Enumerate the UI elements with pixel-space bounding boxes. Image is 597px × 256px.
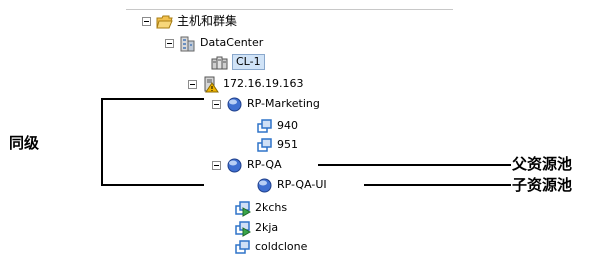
tree-node-cluster[interactable]: CL-1 — [211, 53, 265, 71]
tree-node-vm[interactable]: 2kchs — [234, 199, 287, 217]
tree-node-resource-pool[interactable]: RP-Marketing — [212, 95, 320, 113]
parent-pool-annotation: 父资源池 — [512, 155, 573, 173]
tree-node-child-resource-pool[interactable]: RP-QA-UI — [256, 176, 327, 194]
tree-node-label: 2kja — [255, 221, 279, 234]
sibling-bracket-vertical — [101, 98, 103, 186]
tree-node-datacenter[interactable]: DataCenter — [165, 34, 263, 52]
host-warning-icon — [202, 76, 219, 93]
resource-pool-icon — [226, 96, 243, 113]
sibling-bracket-bottom — [101, 184, 204, 186]
tree-node-label: 172.16.19.163 — [223, 77, 304, 90]
folder-icon — [156, 13, 173, 30]
collapse-toggle-icon[interactable] — [212, 160, 221, 170]
collapse-toggle-icon[interactable] — [142, 16, 151, 26]
top-divider — [126, 9, 453, 10]
datacenter-icon — [179, 35, 196, 52]
tree-node-label: 2kchs — [255, 201, 288, 214]
virtual-machine-icon — [234, 239, 251, 256]
running-vm-icon — [234, 220, 251, 237]
parent-pool-pointer — [318, 164, 511, 166]
tree-node-vm[interactable]: 2kja — [234, 219, 278, 237]
tree-node-resource-pool[interactable]: RP-QA — [212, 156, 282, 174]
collapse-toggle-icon[interactable] — [188, 79, 197, 89]
tree-node-label: CL-1 — [232, 54, 265, 70]
tree-node-label: 940 — [277, 119, 298, 132]
resource-pool-icon — [256, 177, 273, 194]
virtual-machine-icon — [256, 118, 273, 135]
tree-node-label: 主机和群集 — [177, 14, 238, 28]
resource-pool-icon — [226, 157, 243, 174]
tree-node-label: 951 — [277, 138, 298, 151]
tree-node-host[interactable]: 172.16.19.163 — [188, 75, 303, 93]
tree-node-label: RP-Marketing — [247, 97, 320, 110]
tree-node-vm[interactable]: 940 — [256, 117, 298, 135]
tree-node-label: coldclone — [255, 240, 308, 253]
child-pool-annotation: 子资源池 — [512, 176, 573, 194]
tree-node-root[interactable]: 主机和群集 — [142, 12, 237, 30]
tree-node-label: RP-QA-UI — [277, 178, 327, 191]
collapse-toggle-icon[interactable] — [212, 99, 221, 109]
sibling-annotation: 同级 — [9, 134, 40, 152]
running-vm-icon — [234, 200, 251, 217]
child-pool-pointer — [364, 184, 511, 186]
tree-node-label: DataCenter — [200, 36, 264, 49]
tree-node-vm[interactable]: coldclone — [234, 238, 307, 256]
sibling-bracket-top — [101, 98, 204, 100]
cluster-icon — [211, 54, 228, 71]
collapse-toggle-icon[interactable] — [165, 38, 174, 48]
virtual-machine-icon — [256, 137, 273, 154]
tree-node-vm[interactable]: 951 — [256, 136, 298, 154]
tree-node-label: RP-QA — [247, 158, 282, 171]
